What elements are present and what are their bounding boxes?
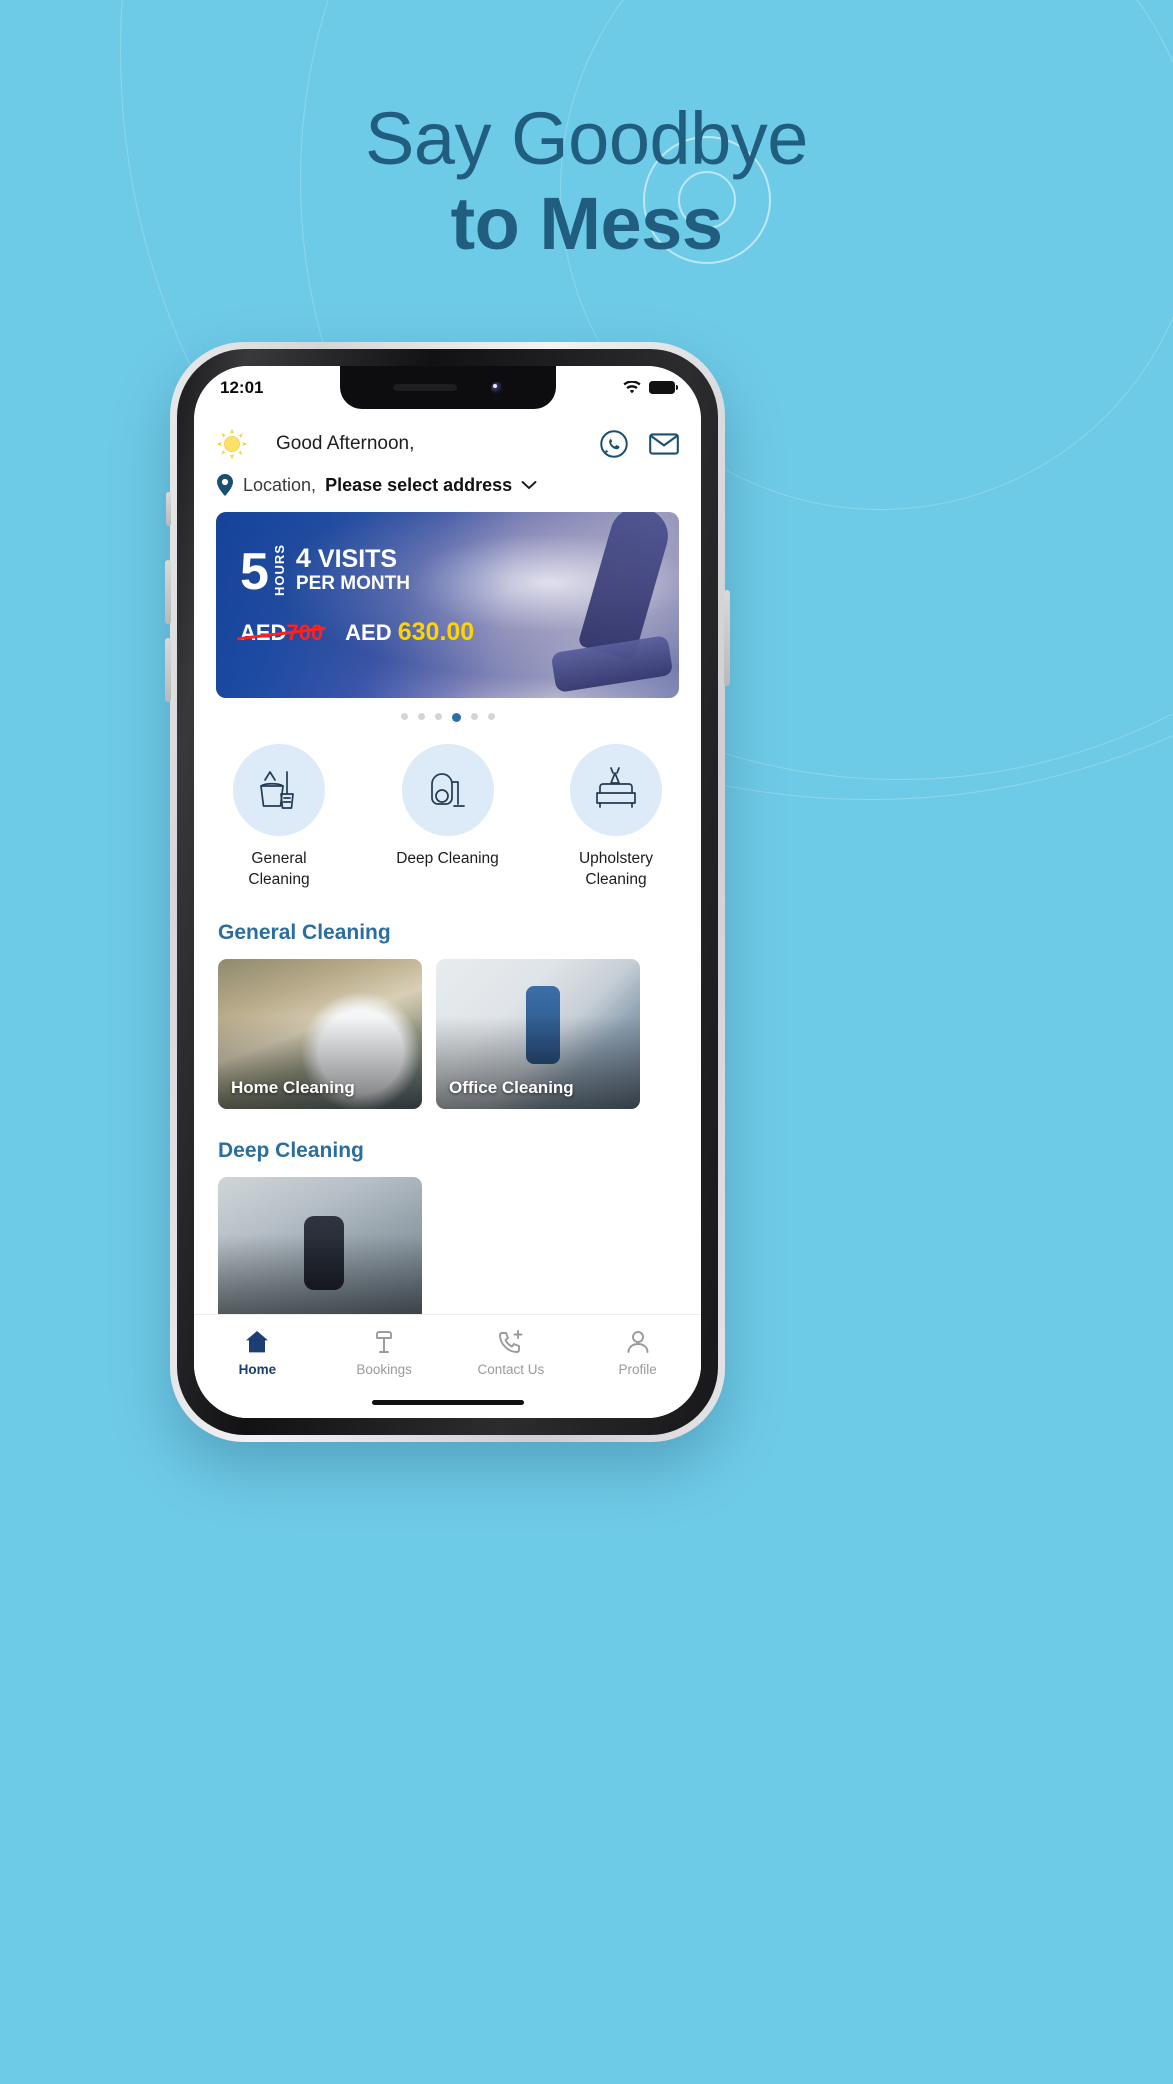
app-scroll-area[interactable]: Good Afternoon, Location, Please select … [194,416,701,1418]
phone-screen: 12:01 Good Afternoon, Location, Please s… [194,366,701,1418]
sofa-brush-icon [596,767,636,808]
silent-switch[interactable] [166,492,171,526]
carousel-dot[interactable] [417,713,425,720]
vacuum-icon [430,773,465,807]
tab-contact-us[interactable]: Contact Us [448,1329,575,1377]
bookings-icon [376,1331,393,1353]
tab-label: Profile [618,1362,657,1377]
banner-new-amount: 630.00 [397,617,475,646]
banner-visits-line: 4 VISITS [296,545,410,572]
location-value: Please select address [325,474,513,495]
section-title-deep-cleaning: Deep Cleaning [218,1138,364,1162]
carousel-dot[interactable] [434,713,442,720]
tab-label: Bookings [356,1362,412,1377]
banner-per-month: PER MONTH [295,573,410,595]
greeting-row: Good Afternoon, [194,416,701,460]
promo-banner[interactable]: 5 HOURS 4 VISITS PER MONTH AED700 AED 63… [216,512,679,698]
banner-headline: 5 HOURS 4 VISITS PER MONTH [240,542,474,602]
service-label: General Cleaning [248,850,310,888]
phone-body: 12:01 Good Afternoon, Location, Please s… [177,349,718,1435]
service-deep-cleaning[interactable]: Deep Cleaning [389,744,507,891]
banner-old-currency: AED [240,619,287,645]
whatsapp-icon[interactable] [599,429,629,459]
banner-hours-number: 5 [240,543,269,602]
service-icon-circle [570,744,662,836]
service-icon-circle [401,744,494,836]
home-icon [246,1331,269,1353]
carousel-dot-active[interactable] [451,713,461,722]
card-row-deep-cleaning [194,1163,701,1327]
sun-icon [216,428,248,460]
carousel-dot[interactable] [487,713,495,720]
mail-icon[interactable] [649,432,679,456]
battery-icon [649,381,678,394]
banner-visits-word: VISITS [317,545,398,574]
service-upholstery-cleaning[interactable]: Upholstery Cleaning [557,744,675,891]
bottom-tab-bar: Home Bookings Contact Us Profile [194,1314,701,1418]
carousel-dot[interactable] [470,713,478,720]
hero-line-1: Say Goodbye [365,97,808,180]
card-home-cleaning[interactable]: Home Cleaning [218,958,422,1109]
home-indicator [371,1400,524,1405]
status-indicators [622,380,678,395]
location-pin-icon [217,474,233,496]
volume-up-button[interactable] [165,560,171,624]
phone-mockup: 12:01 Good Afternoon, Location, Please s… [165,342,730,1442]
tab-label: Contact Us [477,1362,545,1377]
carousel-dot[interactable] [400,713,408,720]
banner-hours-word: HOURS [271,544,287,596]
banner-old-price: AED700 [240,620,323,646]
card-caption: Office Cleaning [449,1077,574,1097]
status-time: 12:01 [220,377,264,397]
service-category-row: General Cleaning Deep Cleaning Upholster… [194,722,701,891]
front-camera [490,381,503,394]
hero-line-2: to Mess [450,182,723,266]
banner-visits-number: 4 [295,543,311,574]
location-label: Location, [243,474,317,495]
banner-old-amount: 700 [286,619,324,645]
poster-canvas: Say Goodbye to Mess 12:01 Good Afternoon… [0,0,1173,2084]
greeting-text: Good Afternoon, [276,433,415,454]
earpiece-speaker [392,384,457,391]
card-gradient [218,1233,422,1327]
tab-bookings[interactable]: Bookings [321,1329,448,1377]
header-action-icons [599,429,679,459]
banner-new-currency: AED [345,619,392,645]
service-label: Upholstery Cleaning [578,850,654,888]
banner-visits-block: 4 VISITS PER MONTH [296,545,410,596]
section-title-general-cleaning: General Cleaning [218,920,391,944]
card-row-general-cleaning: Home Cleaning Office Cleaning [194,945,701,1109]
phone-plus-icon [498,1330,523,1353]
power-button[interactable] [724,590,730,686]
tab-profile[interactable]: Profile [574,1329,701,1377]
tab-home[interactable]: Home [194,1329,321,1377]
card-office-cleaning[interactable]: Office Cleaning [436,958,640,1109]
person-icon [627,1331,649,1353]
tab-label: Home [238,1362,277,1377]
banner-price-row: AED700 AED 630.00 [240,618,474,647]
service-icon-circle [233,744,325,836]
volume-down-button[interactable] [165,638,171,702]
app-viewport: Good Afternoon, Location, Please select … [194,366,701,1418]
card-caption: Home Cleaning [231,1077,355,1097]
banner-content: 5 HOURS 4 VISITS PER MONTH AED700 AED 63… [240,542,474,647]
location-selector[interactable]: Location, Please select address [194,460,701,496]
service-general-cleaning[interactable]: General Cleaning [220,744,338,891]
banner-new-price: AED 630.00 [345,618,474,647]
hero-heading: Say Goodbye to Mess [0,96,1173,266]
carousel-dots[interactable] [194,698,701,722]
service-label: Deep Cleaning [396,850,499,867]
wifi-icon [623,380,641,393]
promo-banner-wrapper[interactable]: 5 HOURS 4 VISITS PER MONTH AED700 AED 63… [194,496,701,698]
mop-bucket-icon [260,771,294,809]
phone-notch [339,366,556,409]
card-deep-cleaning[interactable] [218,1176,422,1327]
chevron-down-icon[interactable] [521,480,537,490]
